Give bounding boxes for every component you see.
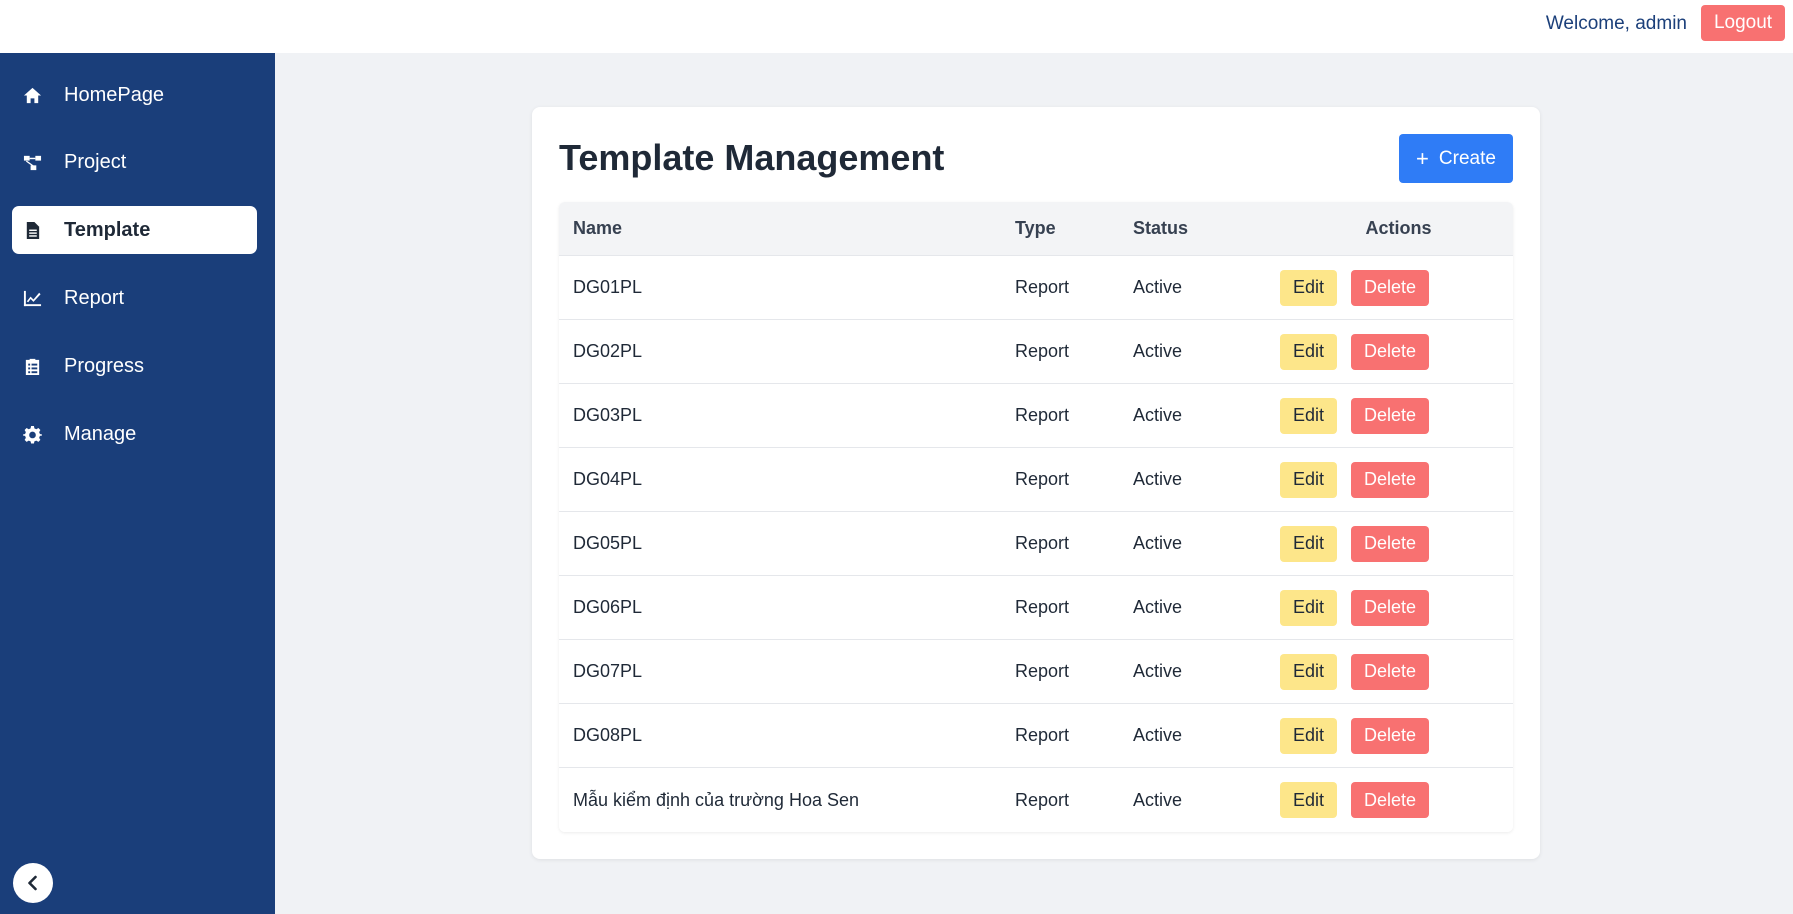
- edit-button[interactable]: Edit: [1280, 397, 1337, 434]
- cell-actions: Edit Delete: [1280, 717, 1513, 754]
- welcome-text: Welcome, admin: [1545, 13, 1687, 34]
- cell-actions: Edit Delete: [1280, 397, 1513, 434]
- delete-button[interactable]: Delete: [1351, 269, 1429, 306]
- cell-actions: Edit Delete: [1280, 782, 1513, 818]
- table-row: DG02PL Report Active Edit Delete: [559, 320, 1513, 384]
- cell-status: Active: [1133, 661, 1183, 681]
- plus-icon: +: [1416, 145, 1429, 171]
- cell-type: Report: [1015, 597, 1070, 617]
- delete-button[interactable]: Delete: [1351, 782, 1429, 818]
- cell-type: Report: [1015, 661, 1070, 681]
- edit-button[interactable]: Edit: [1280, 653, 1337, 690]
- table-row: DG08PL Report Active Edit Delete: [559, 704, 1513, 768]
- create-button[interactable]: + Create: [1399, 134, 1513, 183]
- edit-button[interactable]: Edit: [1280, 782, 1337, 818]
- cell-name: DG05PL: [573, 533, 643, 553]
- cell-type: Report: [1015, 533, 1070, 553]
- sidebar-item-manage[interactable]: Manage: [12, 410, 257, 458]
- file-icon: [22, 220, 42, 240]
- cell-type: Report: [1015, 405, 1070, 425]
- cell-status: Active: [1133, 469, 1183, 489]
- edit-button[interactable]: Edit: [1280, 269, 1337, 306]
- sidebar: HomePage Project Template Report Progres…: [0, 53, 275, 914]
- column-header-type: Type: [1015, 218, 1056, 238]
- cell-type: Report: [1015, 341, 1070, 361]
- cell-status: Active: [1133, 533, 1183, 553]
- top-bar: Welcome, admin Logout: [0, 0, 1793, 53]
- sidebar-item-label: Project: [64, 150, 127, 173]
- cell-actions: Edit Delete: [1280, 269, 1513, 306]
- cell-name: DG08PL: [573, 725, 643, 745]
- cell-name: DG01PL: [573, 277, 643, 297]
- chart-line-icon: [22, 288, 42, 308]
- sidebar-item-template[interactable]: Template: [12, 206, 257, 254]
- cell-actions: Edit Delete: [1280, 589, 1513, 626]
- table-header: Name Type Status Actions: [559, 202, 1513, 256]
- cell-name: Mẫu kiểm định của trường Hoa Sen: [573, 789, 859, 810]
- sidebar-item-label: Template: [64, 218, 151, 241]
- chevron-left-icon: [28, 875, 37, 891]
- cell-status: Active: [1133, 725, 1183, 745]
- table-row: Mẫu kiểm định của trường Hoa Sen Report Ac…: [559, 768, 1513, 832]
- cell-actions: Edit Delete: [1280, 653, 1513, 690]
- page-title: Template Management: [559, 137, 945, 178]
- sidebar-item-homepage[interactable]: HomePage: [12, 71, 257, 119]
- edit-button[interactable]: Edit: [1280, 589, 1337, 626]
- cell-type: Report: [1015, 469, 1070, 489]
- cell-name: DG07PL: [573, 661, 643, 681]
- logout-button[interactable]: Logout: [1701, 5, 1785, 41]
- cell-status: Active: [1133, 277, 1183, 297]
- delete-button[interactable]: Delete: [1351, 589, 1429, 626]
- cell-actions: Edit Delete: [1280, 525, 1513, 562]
- delete-button[interactable]: Delete: [1351, 525, 1429, 562]
- delete-button[interactable]: Delete: [1351, 397, 1429, 434]
- delete-button[interactable]: Delete: [1351, 461, 1429, 498]
- cell-type: Report: [1015, 725, 1070, 745]
- table-row: DG03PL Report Active Edit Delete: [559, 384, 1513, 448]
- cell-name: DG04PL: [573, 469, 643, 489]
- sidebar-item-label: HomePage: [64, 83, 165, 106]
- sidebar-item-label: Manage: [64, 422, 137, 445]
- cell-name: DG06PL: [573, 597, 643, 617]
- table-row: DG05PL Report Active Edit Delete: [559, 512, 1513, 576]
- home-icon: [22, 85, 42, 105]
- template-card: Template Management + Create Name Type S…: [532, 107, 1540, 859]
- edit-button[interactable]: Edit: [1280, 525, 1337, 562]
- sidebar-item-label: Report: [64, 286, 125, 309]
- sidebar-item-project[interactable]: Project: [12, 138, 257, 186]
- sidebar-collapse-button[interactable]: [13, 863, 53, 903]
- clipboard-list-icon: [22, 356, 42, 376]
- cell-type: Report: [1015, 789, 1070, 810]
- sidebar-item-label: Progress: [64, 354, 145, 377]
- cell-actions: Edit Delete: [1280, 461, 1513, 498]
- column-header-actions: Actions: [1365, 218, 1432, 238]
- cell-status: Active: [1133, 405, 1183, 425]
- table-row: DG06PL Report Active Edit Delete: [559, 576, 1513, 640]
- column-header-status: Status: [1133, 218, 1189, 238]
- delete-button[interactable]: Delete: [1351, 653, 1429, 690]
- project-tree-icon: [22, 152, 42, 172]
- template-table: Name Type Status Actions DG01PL Report Act…: [559, 202, 1513, 832]
- create-button-label: Create: [1438, 147, 1496, 169]
- column-header-name: Name: [573, 218, 623, 238]
- gear-icon: [22, 424, 42, 444]
- edit-button[interactable]: Edit: [1280, 461, 1337, 498]
- sidebar-item-progress[interactable]: Progress: [12, 342, 257, 390]
- table-body: DG01PL Report Active Edit Delete DG02PL Report…: [559, 256, 1513, 832]
- cell-status: Active: [1133, 341, 1183, 361]
- delete-button[interactable]: Delete: [1351, 333, 1429, 370]
- table-row: DG04PL Report Active Edit Delete: [559, 448, 1513, 512]
- cell-type: Report: [1015, 277, 1070, 297]
- table-row: DG07PL Report Active Edit Delete: [559, 640, 1513, 704]
- cell-status: Active: [1133, 597, 1183, 617]
- table-row: DG01PL Report Active Edit Delete: [559, 256, 1513, 320]
- sidebar-item-report[interactable]: Report: [12, 274, 257, 322]
- edit-button[interactable]: Edit: [1280, 717, 1337, 754]
- edit-button[interactable]: Edit: [1280, 333, 1337, 370]
- cell-name: DG02PL: [573, 341, 643, 361]
- cell-status: Active: [1133, 789, 1183, 810]
- delete-button[interactable]: Delete: [1351, 717, 1429, 754]
- cell-actions: Edit Delete: [1280, 333, 1513, 370]
- cell-name: DG03PL: [573, 405, 643, 425]
